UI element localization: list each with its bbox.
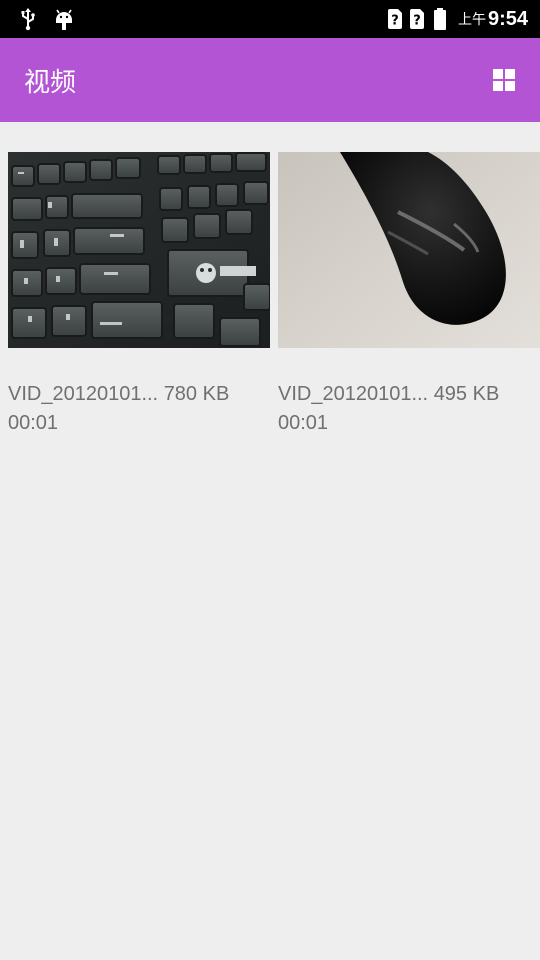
- video-duration: 00:01: [8, 412, 59, 434]
- clock-time: 9:54: [487, 7, 528, 30]
- video-name: VID_20120101...: [278, 383, 429, 405]
- video-size: 780 KB: [163, 383, 230, 405]
- video-item[interactable]: VID_20120101... 495 KB 00:01: [278, 152, 540, 434]
- video-name: VID_20120101...: [8, 383, 159, 405]
- video-size: 495 KB: [433, 383, 500, 405]
- sim-unknown-icon: ?: [408, 0, 426, 38]
- page-title: 视频: [24, 66, 77, 97]
- video-thumbnail-keyboard[interactable]: [8, 152, 270, 348]
- video-title-row: VID_20120101... 780 KB: [8, 380, 270, 409]
- app-bar: 视频: [0, 38, 540, 122]
- android-debug-icon: [52, 0, 76, 38]
- battery-icon: [432, 0, 448, 38]
- video-duration: 00:01: [278, 412, 329, 434]
- svg-text:?: ?: [413, 14, 421, 29]
- video-title-row: VID_20120101... 495 KB: [278, 380, 540, 409]
- video-meta: VID_20120101... 495 KB 00:01: [278, 380, 540, 438]
- video-meta: VID_20120101... 780 KB 00:01: [8, 380, 270, 438]
- video-item[interactable]: VID_20120101... 780 KB 00:01: [8, 152, 270, 434]
- status-bar: ? ? 上午 9:54: [0, 0, 540, 38]
- usb-icon: [16, 0, 40, 38]
- clock: 上午 9:54: [458, 0, 528, 38]
- video-thumbnail-mouse[interactable]: [278, 152, 540, 348]
- grid-view-icon[interactable]: [492, 68, 516, 92]
- svg-text:?: ?: [391, 14, 399, 29]
- clock-ampm: 上午: [457, 11, 486, 27]
- sim-unknown-icon: ?: [386, 0, 404, 38]
